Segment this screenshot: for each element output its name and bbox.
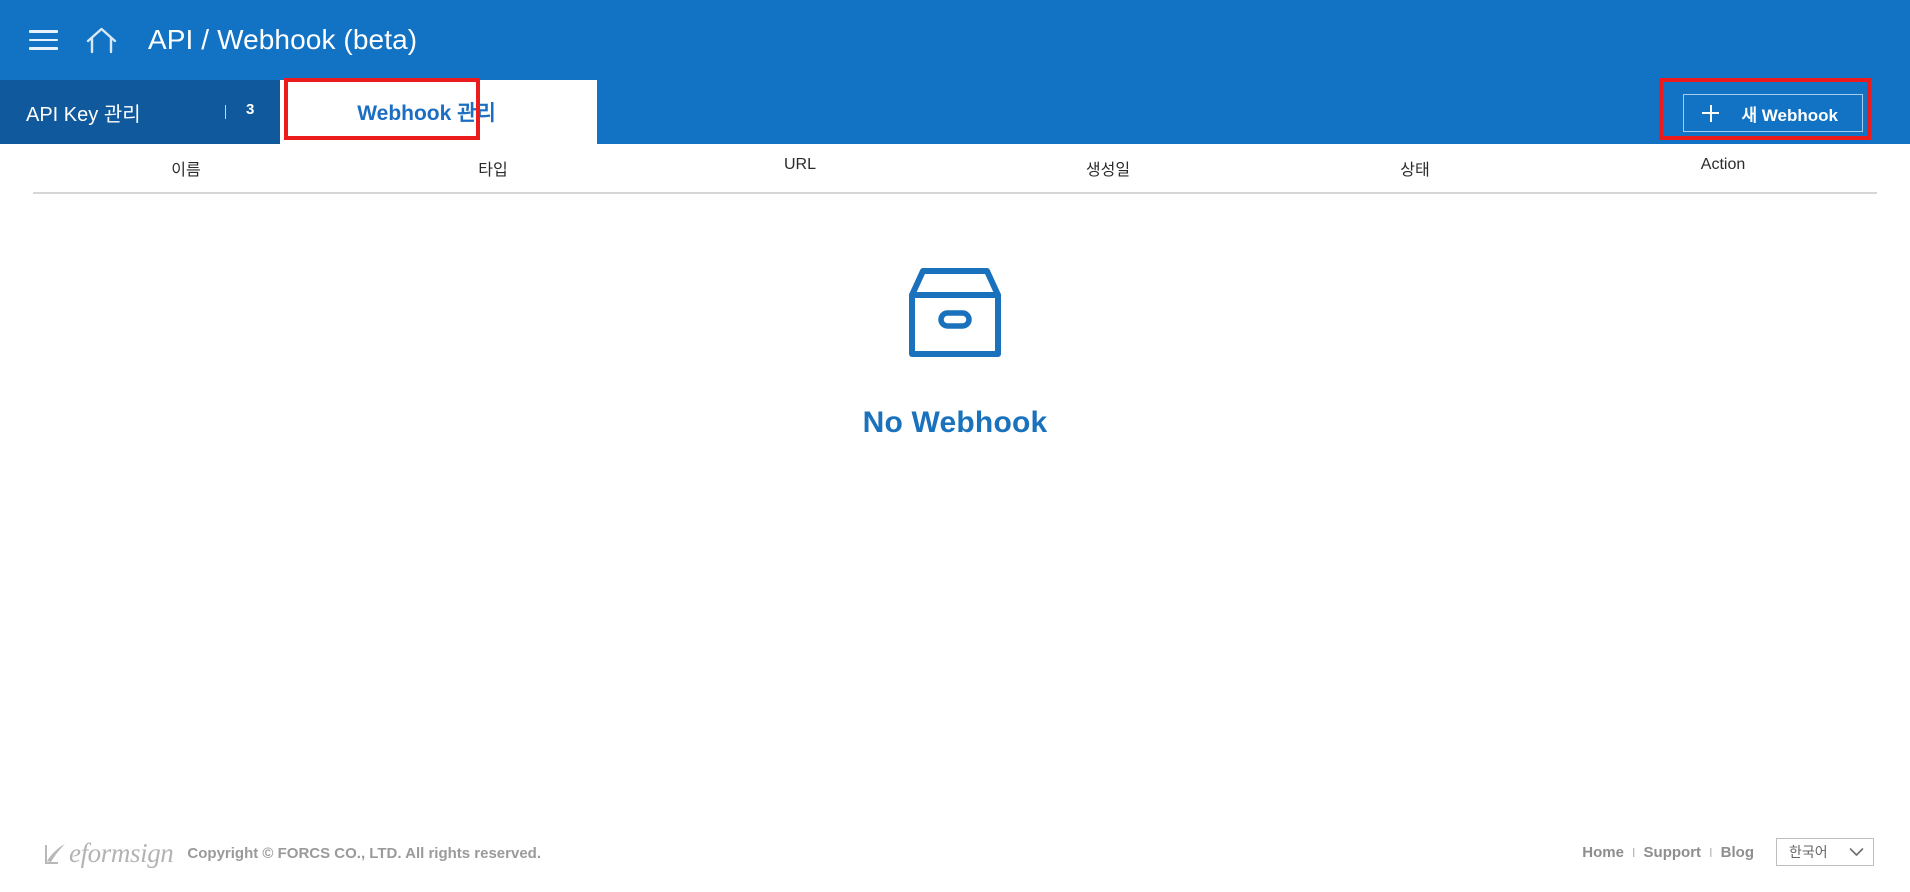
home-button[interactable] [84,23,118,57]
chevron-down-icon [1849,848,1864,856]
column-header-created: 생성일 [1085,162,1131,179]
home-icon [86,27,116,54]
new-webhook-button-label: 새 Webhook [1741,105,1838,125]
tab-api-key[interactable]: API Key 관리 3 [0,80,280,144]
copyright-text: Copyright © FORCS CO., LTD. All rights r… [187,845,541,862]
plus-icon [1702,104,1720,122]
language-select-value: 한국어 [1789,844,1828,860]
empty-state-message: No Webhook [862,406,1048,439]
empty-state: No Webhook [0,265,1910,440]
tab-webhook[interactable]: Webhook 관리 [280,80,597,144]
footer: eformsign Copyright © FORCS CO., LTD. Al… [0,820,1910,892]
column-header-status: 상태 [1400,162,1430,179]
footer-left: eformsign Copyright © FORCS CO., LTD. Al… [42,838,541,869]
eformsign-logo-text: eformsign [69,838,174,868]
page-title: API / Webhook (beta) [148,24,418,55]
webhook-table-header: 이름 타입 URL 생성일 상태 Action [33,144,1877,194]
tab-api-key-label: API Key 관리 [26,103,141,126]
new-webhook-button[interactable]: 새 Webhook [1683,94,1863,132]
column-header-name: 이름 [171,162,201,179]
language-select[interactable]: 한국어 [1776,838,1874,866]
tab-webhook-label: Webhook 관리 [357,102,496,125]
hamburger-menu-button[interactable] [26,23,60,57]
column-header-type: 타입 [478,162,508,179]
footer-link-support[interactable]: Support [1636,844,1710,861]
empty-box-icon [909,268,1001,357]
tab-count-divider [225,105,226,119]
tab-api-key-count: 3 [246,101,255,118]
eformsign-logo: eformsign [42,838,174,869]
footer-link-home[interactable]: Home [1574,844,1632,861]
eformsign-logo-icon [45,843,65,864]
footer-link-blog[interactable]: Blog [1713,844,1762,861]
footer-right: Home I Support I Blog 한국어 [1574,838,1874,866]
column-header-action: Action [1700,156,1746,173]
hamburger-icon [28,30,58,50]
column-header-url: URL [783,156,817,173]
top-header-bar: API / Webhook (beta) [0,0,1910,80]
tab-strip: API Key 관리 3 Webhook 관리 새 Webhook [0,80,1910,144]
